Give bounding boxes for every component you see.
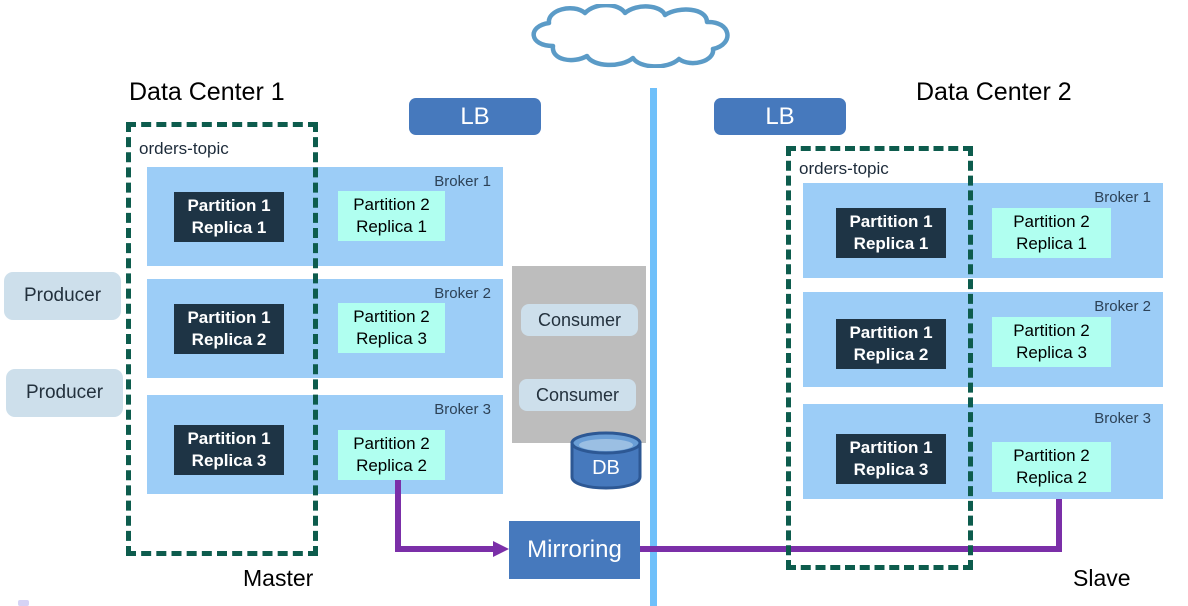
right-broker-1-follower-replica: Partition 2 Replica 1 <box>992 208 1111 258</box>
producer-2[interactable]: Producer <box>6 369 123 417</box>
replica-line-2: Replica 2 <box>356 456 427 475</box>
datacenter-1-title: Data Center 1 <box>129 78 285 106</box>
replica-line-1: Partition 2 <box>1013 446 1090 466</box>
master-role-label: Master <box>243 565 314 591</box>
right-broker-3-follower-replica: Partition 2 Replica 2 <box>992 442 1111 492</box>
replica-line-1: Partition 2 <box>1013 212 1090 232</box>
consumer-1[interactable]: Consumer <box>521 304 638 336</box>
left-broker-1-follower-replica: Partition 2 Replica 1 <box>338 191 445 241</box>
right-broker-1-label: Broker 1 <box>1094 189 1151 206</box>
right-orders-topic-boundary <box>786 146 973 570</box>
producer-1[interactable]: Producer <box>4 272 121 320</box>
svg-text:DB: DB <box>592 457 620 479</box>
left-broker-1-label: Broker 1 <box>434 173 491 190</box>
replica-line-2: Replica 2 <box>1016 468 1087 487</box>
left-broker-3-label: Broker 3 <box>434 401 491 418</box>
left-broker-2-label: Broker 2 <box>434 285 491 302</box>
replica-line-1: Partition 2 <box>353 307 430 327</box>
load-balancer-right[interactable]: LB <box>714 98 846 135</box>
mirroring-box[interactable]: Mirroring <box>509 521 640 579</box>
datacenter-divider <box>650 88 657 606</box>
right-orders-topic-label: orders-topic <box>799 159 889 178</box>
replica-line-2: Replica 1 <box>1016 234 1087 253</box>
left-orders-topic-label: orders-topic <box>139 139 229 158</box>
mirroring-source-connector-horizontal <box>395 546 499 552</box>
bottom-left-artifact <box>18 600 29 606</box>
replica-line-2: Replica 3 <box>1016 343 1087 362</box>
load-balancer-left-label: LB <box>460 102 490 130</box>
producer-1-label: Producer <box>23 285 102 306</box>
consumer-2[interactable]: Consumer <box>519 379 636 411</box>
left-orders-topic-boundary <box>126 122 318 556</box>
mirroring-source-arrowhead <box>493 539 513 559</box>
left-broker-3-follower-replica: Partition 2 Replica 2 <box>338 430 445 480</box>
mirroring-source-connector-vertical <box>395 480 401 546</box>
left-broker-2-follower-replica: Partition 2 Replica 3 <box>338 303 445 353</box>
right-broker-2-follower-replica: Partition 2 Replica 3 <box>992 317 1111 367</box>
database-icon: DB <box>569 430 645 490</box>
replica-line-2: Replica 1 <box>356 217 427 236</box>
load-balancer-right-label: LB <box>765 102 795 130</box>
replica-line-1: Partition 2 <box>353 195 430 215</box>
cloud-icon <box>515 4 755 68</box>
replica-line-1: Partition 2 <box>1013 321 1090 341</box>
right-broker-3-label: Broker 3 <box>1094 410 1151 427</box>
consumer-1-label: Consumer <box>537 309 622 330</box>
consumer-2-label: Consumer <box>535 384 620 405</box>
consumer-group-panel <box>512 266 646 443</box>
right-broker-2-label: Broker 2 <box>1094 298 1151 315</box>
slave-role-label: Slave <box>1073 565 1131 591</box>
load-balancer-left[interactable]: LB <box>409 98 541 135</box>
mirroring-target-connector-vertical <box>1056 496 1062 552</box>
mirroring-label: Mirroring <box>527 536 622 563</box>
datacenter-2-title: Data Center 2 <box>916 78 1072 106</box>
replica-line-2: Replica 3 <box>356 329 427 348</box>
diagram-canvas: Data Center 1 Data Center 2 LB LB Produc… <box>0 0 1188 606</box>
producer-2-label: Producer <box>25 382 104 403</box>
replica-line-1: Partition 2 <box>353 434 430 454</box>
